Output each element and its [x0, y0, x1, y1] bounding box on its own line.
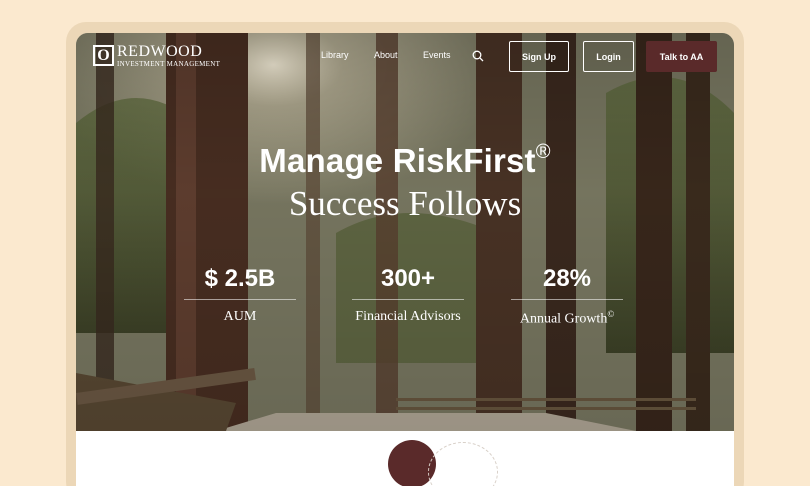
stat-label: Annual Growth©	[519, 309, 615, 327]
stat-divider	[184, 299, 296, 300]
sign-up-button[interactable]: Sign Up	[509, 41, 569, 72]
logo-text: REDWOOD INVESTMENT MANAGEMENT	[117, 44, 220, 69]
login-button[interactable]: Login	[583, 41, 634, 72]
stat-aum: $ 2.5B AUM	[165, 265, 315, 325]
stat-value: $ 2.5B	[204, 265, 276, 292]
hero-subline: Success Follows	[288, 184, 522, 223]
logo-name: REDWOOD	[117, 43, 203, 60]
nav-link-library[interactable]: Library	[321, 50, 349, 60]
talk-to-aa-button[interactable]: Talk to AA	[646, 41, 717, 72]
stat-divider	[352, 299, 464, 300]
stat-label: Financial Advisors	[355, 309, 461, 324]
hero-headline: Manage RiskFirst®	[76, 141, 734, 180]
browser-screen: O REDWOOD INVESTMENT MANAGEMENT Library …	[76, 33, 734, 486]
top-navigation: O REDWOOD INVESTMENT MANAGEMENT Library …	[76, 33, 734, 79]
stat-divider	[511, 299, 623, 300]
stat-annual-growth: 28% Annual Growth©	[492, 265, 642, 328]
nav-link-events[interactable]: Events	[423, 50, 451, 60]
stat-value: 28%	[542, 265, 592, 292]
redwood-logo[interactable]: O REDWOOD INVESTMENT MANAGEMENT	[93, 44, 220, 69]
logo-mark-icon: O	[93, 45, 114, 66]
hero-headline-text: Manage RiskFirst	[259, 142, 536, 179]
stat-value: 300+	[380, 265, 436, 292]
logo-tagline: INVESTMENT MANAGEMENT	[117, 60, 221, 68]
stat-financial-advisors: 300+ Financial Advisors	[333, 265, 483, 325]
nav-link-about[interactable]: About	[374, 50, 398, 60]
stat-label: AUM	[223, 309, 257, 324]
hero-overlay	[76, 33, 734, 431]
hero-section: O REDWOOD INVESTMENT MANAGEMENT Library …	[76, 33, 734, 431]
copyright-mark: ©	[607, 309, 615, 319]
registered-mark: ®	[535, 141, 551, 163]
search-icon[interactable]	[472, 50, 484, 62]
